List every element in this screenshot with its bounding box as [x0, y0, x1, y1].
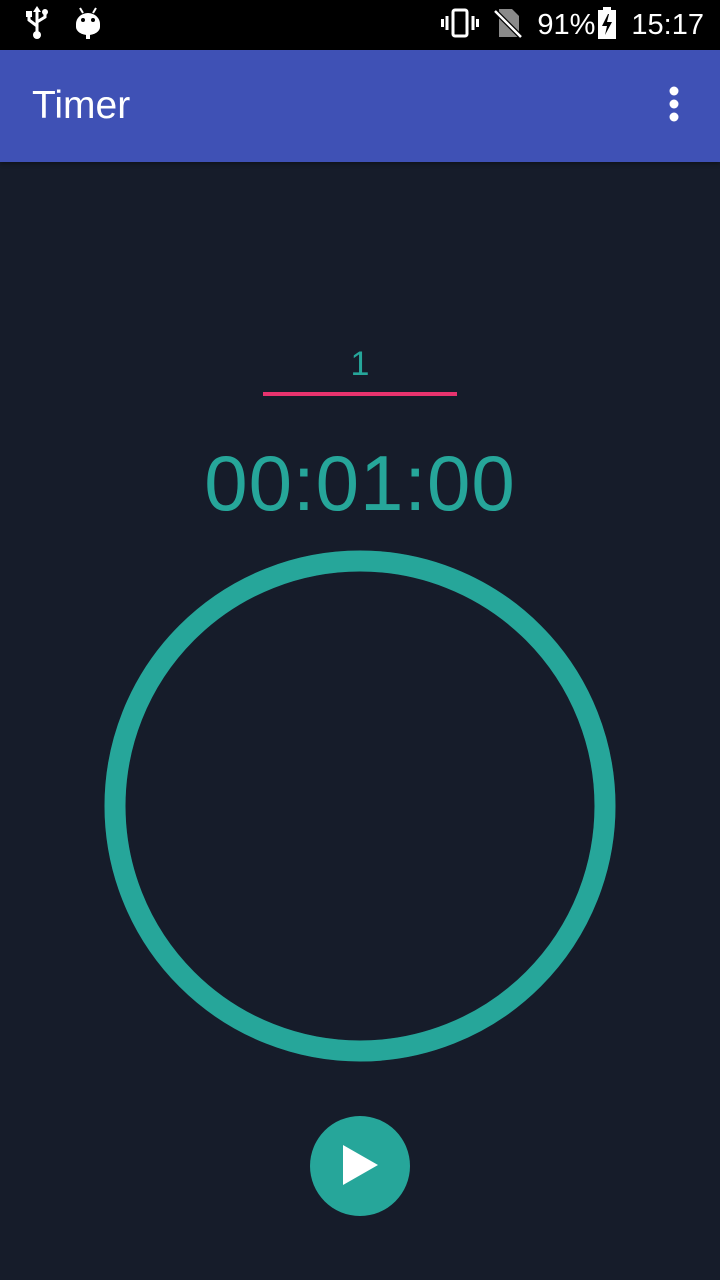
android-debug-icon — [74, 6, 102, 45]
app-bar: Timer — [0, 50, 720, 162]
battery-percent: 91% — [537, 8, 596, 41]
app-title: Timer — [32, 84, 131, 127]
overflow-menu-icon — [668, 86, 680, 127]
progress-ring-fill — [104, 550, 616, 1062]
battery-charging-icon — [597, 6, 617, 44]
time-display: 00:01:00 — [204, 439, 516, 527]
no-sim-icon — [493, 7, 524, 44]
play-button[interactable] — [310, 1116, 410, 1216]
status-bar: 91% 15:17 — [0, 0, 720, 50]
play-icon — [340, 1143, 380, 1190]
progress-ring — [104, 550, 616, 1062]
overflow-menu-button[interactable] — [650, 82, 698, 130]
minutes-input[interactable] — [263, 336, 457, 396]
vibrate-icon — [441, 8, 480, 43]
clock: 15:17 — [631, 8, 704, 41]
usb-icon — [22, 5, 52, 45]
notification-icons — [22, 5, 102, 45]
system-status-icons: 91% 15:17 — [441, 0, 704, 50]
